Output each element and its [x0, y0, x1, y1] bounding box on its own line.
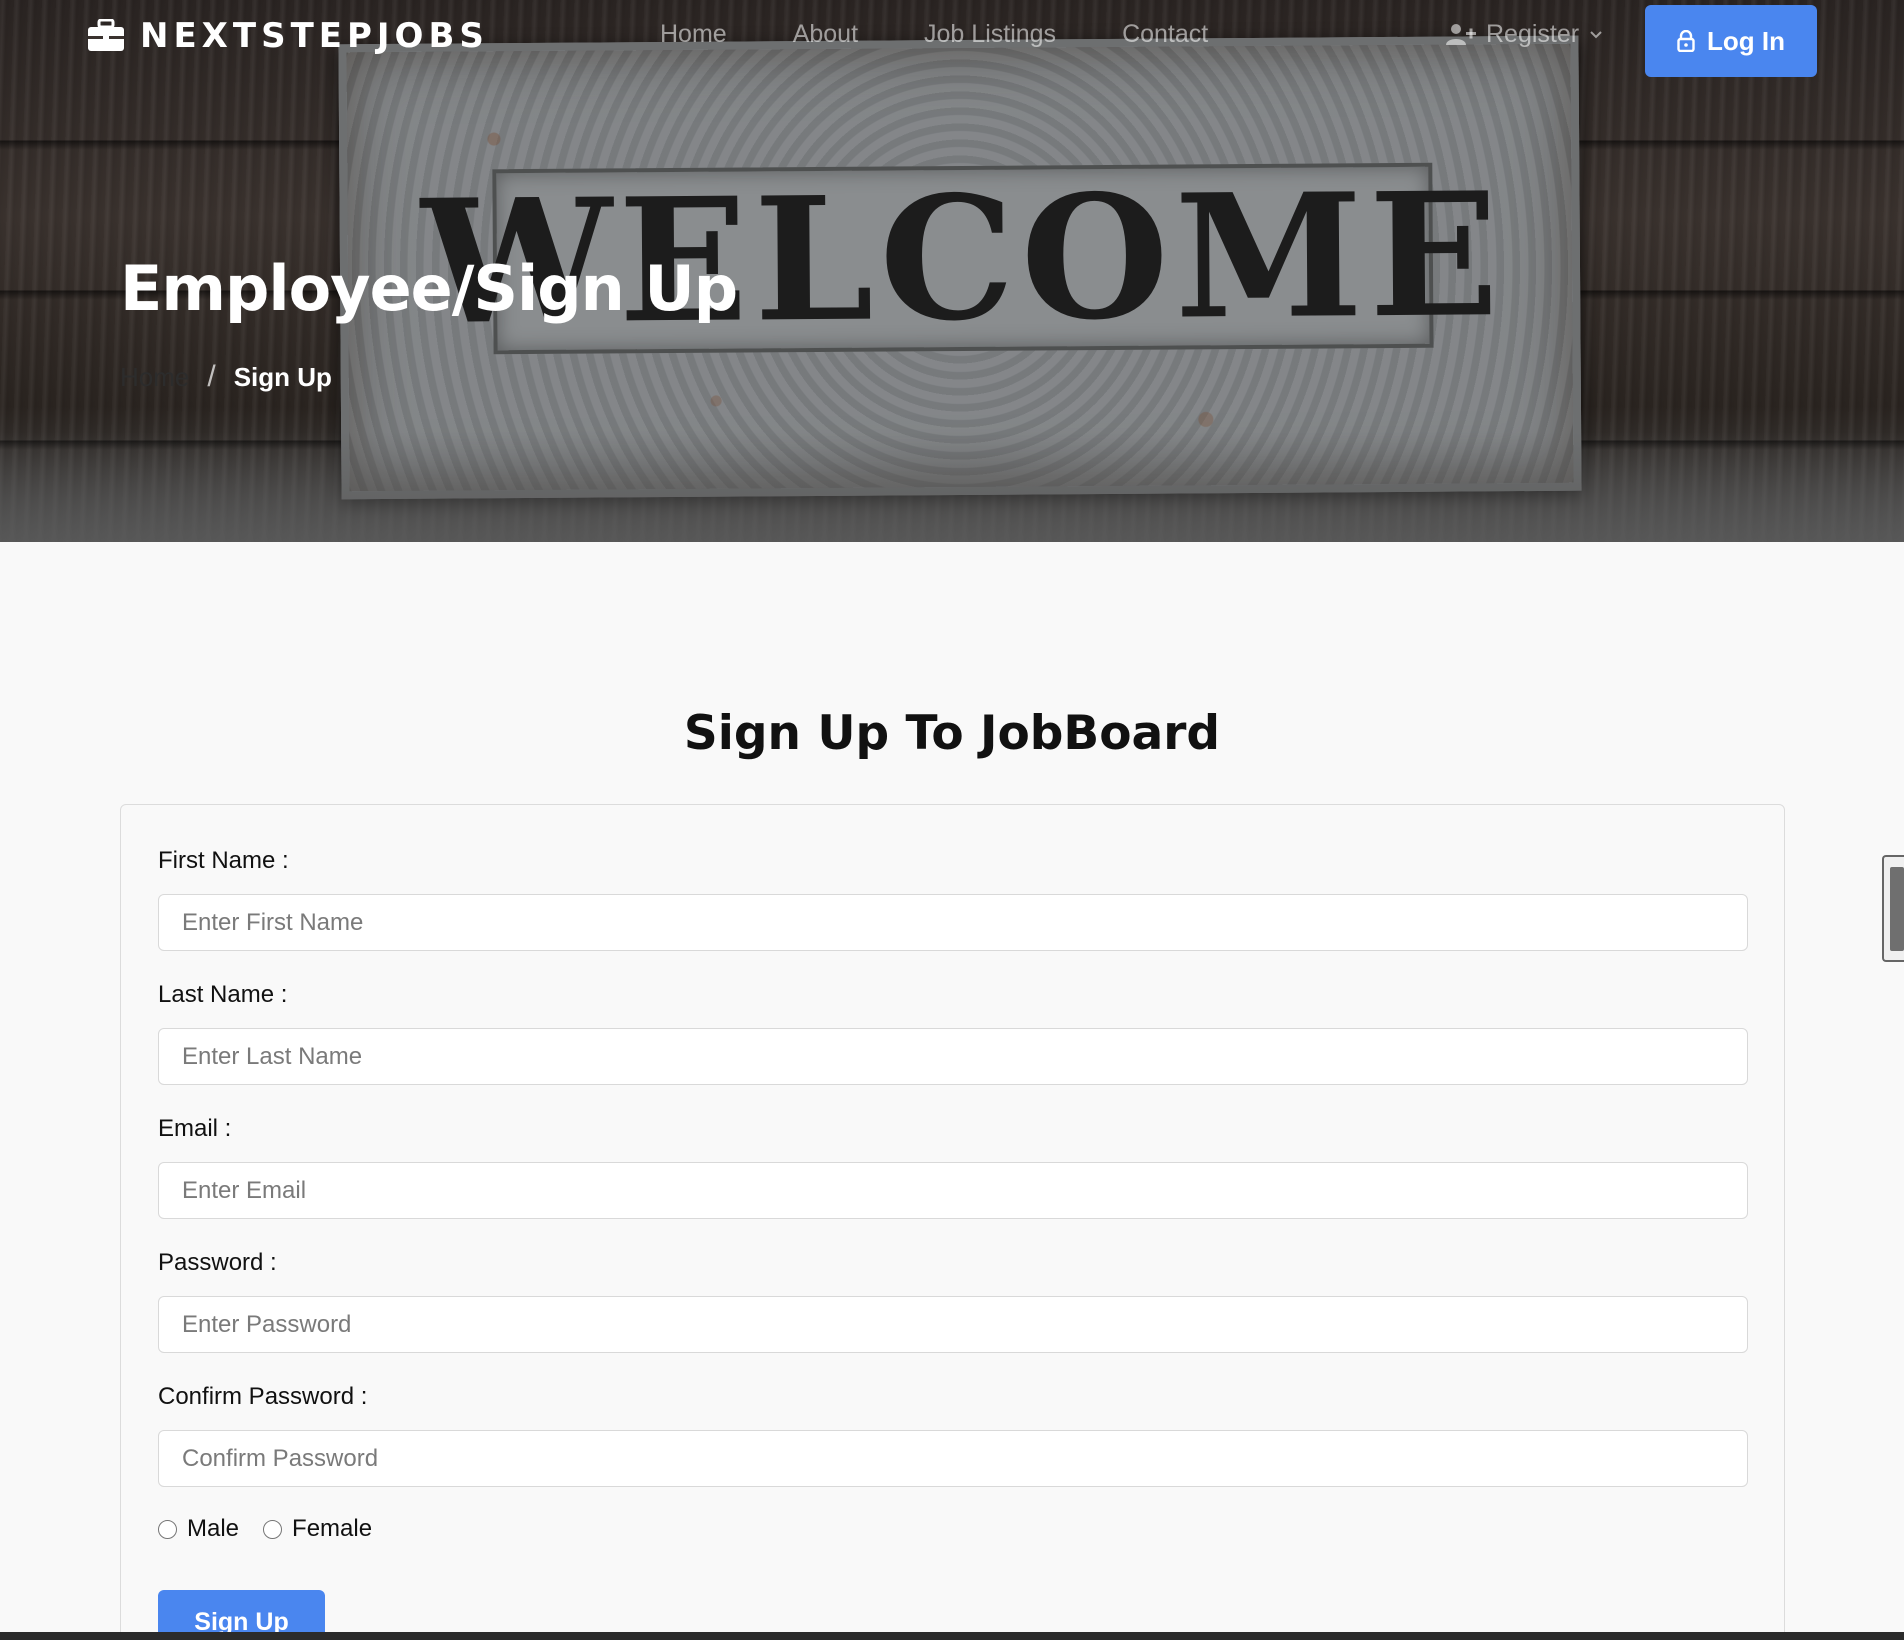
register-label: Register [1486, 20, 1580, 48]
hero-fade [0, 432, 1904, 542]
email-input[interactable] [158, 1162, 1748, 1219]
login-button[interactable]: Log In [1645, 5, 1817, 77]
nav-links: Home About Job Listings Contact [660, 20, 1274, 49]
form-heading: Sign Up To JobBoard [683, 706, 1221, 761]
bottom-bar [0, 1632, 1904, 1640]
lock-icon [1677, 30, 1695, 52]
first-name-input[interactable] [158, 894, 1748, 951]
login-label: Log In [1707, 25, 1785, 56]
register-dropdown[interactable]: Register [1446, 20, 1603, 49]
gender-radio-group: Male Female [158, 1515, 386, 1543]
breadcrumb-home-link[interactable]: Home [120, 362, 189, 393]
female-radio-label[interactable]: Female [292, 1515, 372, 1543]
last-name-label: Last Name : [158, 981, 288, 1008]
brand-name: NEXTSTEPJOBS [140, 16, 489, 56]
user-plus-icon [1446, 23, 1476, 45]
female-radio[interactable] [263, 1519, 283, 1539]
page-title: Employee/Sign Up [120, 252, 738, 325]
last-name-input[interactable] [158, 1028, 1748, 1085]
nav-link-job-listings[interactable]: Job Listings [924, 20, 1056, 49]
nav-link-about[interactable]: About [793, 20, 858, 49]
password-label: Password : [158, 1249, 277, 1276]
briefcase-icon [88, 19, 124, 51]
male-radio-label[interactable]: Male [187, 1515, 239, 1543]
email-label: Email : [158, 1115, 232, 1142]
nav-link-home[interactable]: Home [660, 20, 727, 49]
breadcrumb-current: Sign Up [233, 361, 332, 392]
breadcrumb-separator: / [207, 360, 216, 393]
signup-form: First Name : Last Name : Email : Passwor… [120, 804, 1785, 1640]
password-input[interactable] [158, 1296, 1748, 1353]
navbar: NEXTSTEPJOBS Home About Job Listings Con… [0, 0, 1904, 80]
brand-logo[interactable]: NEXTSTEPJOBS [86, 16, 489, 56]
nav-link-contact[interactable]: Contact [1122, 20, 1208, 49]
side-feedback-tab[interactable] [1882, 855, 1904, 962]
confirm-password-input[interactable] [158, 1430, 1748, 1487]
male-radio[interactable] [158, 1519, 177, 1539]
confirm-password-label: Confirm Password : [158, 1383, 368, 1410]
breadcrumb: Home / Sign Up [120, 360, 332, 394]
first-name-label: First Name : [158, 847, 289, 874]
chevron-down-icon [1590, 30, 1602, 38]
